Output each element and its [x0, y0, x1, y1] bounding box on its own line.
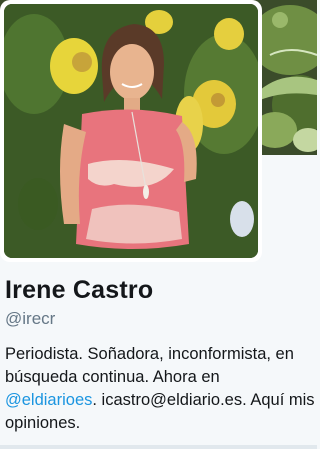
profile-photo-icon [4, 4, 258, 258]
profile-handle[interactable]: @irecr [5, 309, 55, 329]
bottom-divider [0, 445, 317, 449]
avatar-frame[interactable] [0, 0, 262, 262]
avatar[interactable] [4, 4, 258, 258]
profile-bio: Periodista. Soñadora, inconformista, en … [5, 343, 315, 435]
profile-name[interactable]: Irene Castro [5, 276, 153, 305]
mention-link[interactable]: @eldiarioes [5, 391, 92, 409]
bio-text-start: Periodista. Soñadora, inconformista, en … [5, 345, 294, 386]
